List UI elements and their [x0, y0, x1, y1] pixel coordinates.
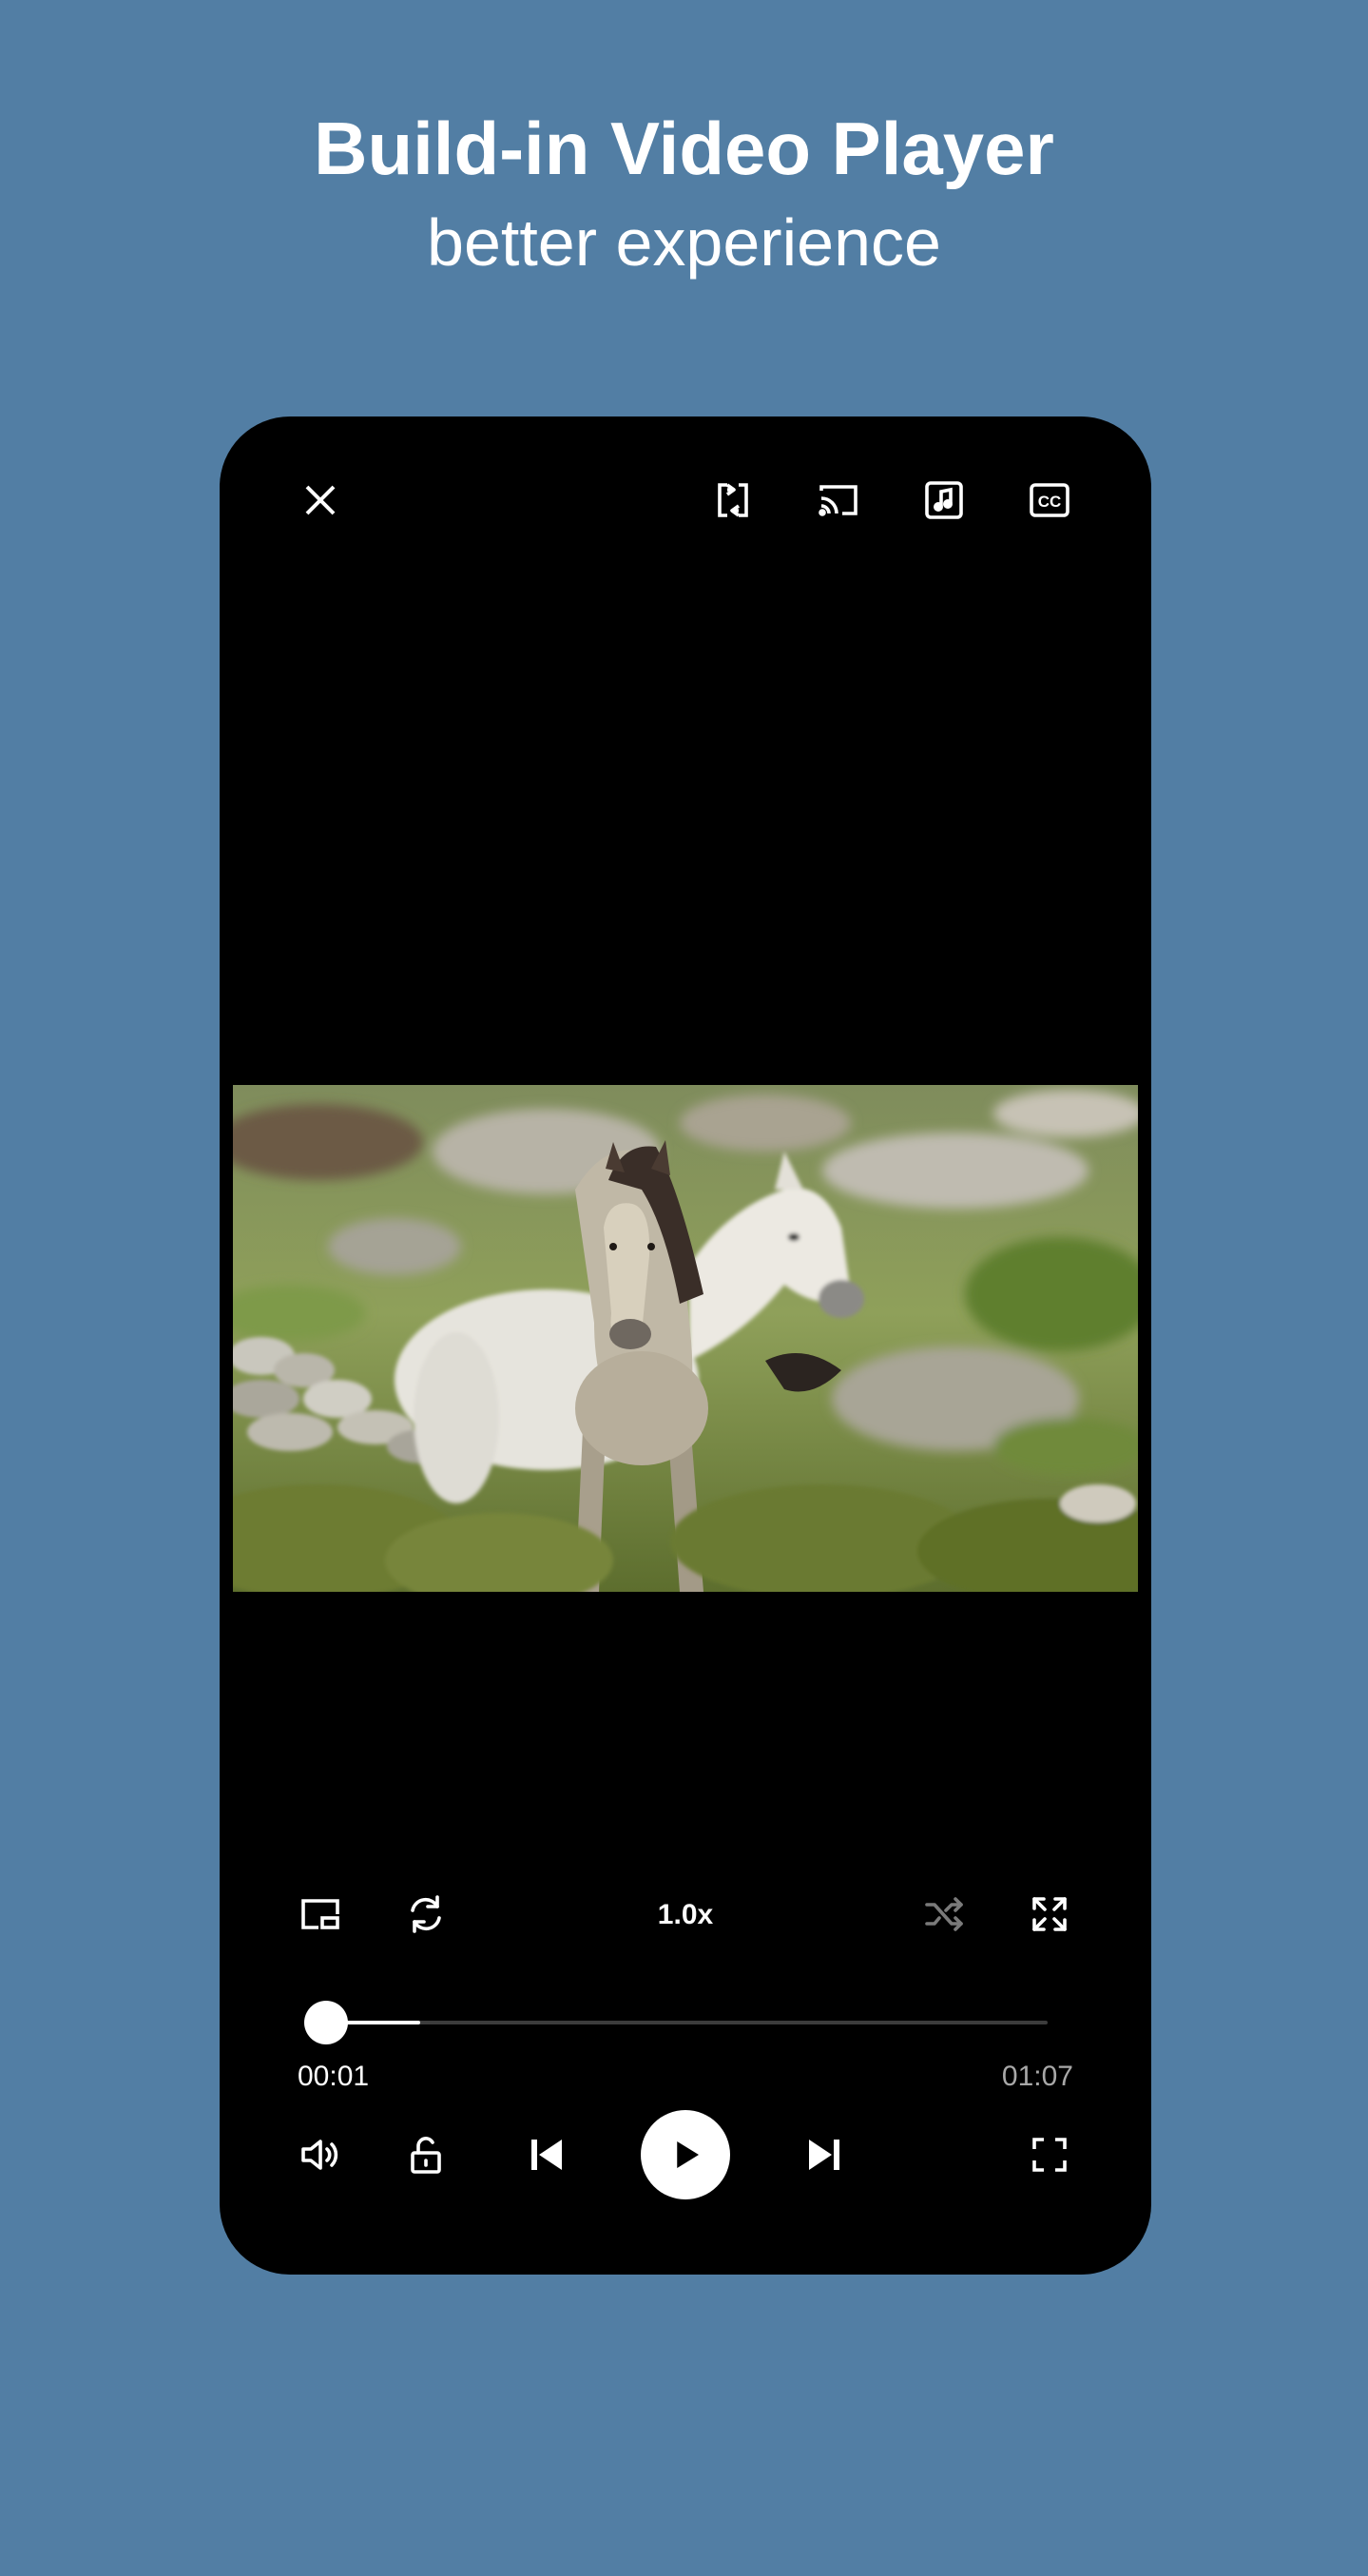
rotate-screen-icon[interactable]	[703, 470, 763, 531]
video-frame[interactable]	[233, 1085, 1138, 1592]
subtitles-icon[interactable]: CC	[1019, 470, 1080, 531]
shuffle-icon[interactable]	[914, 1884, 974, 1945]
next-icon[interactable]	[794, 2124, 855, 2185]
picture-in-picture-icon[interactable]	[290, 1884, 351, 1945]
cast-icon[interactable]	[808, 470, 869, 531]
seek-track[interactable]	[326, 2021, 1048, 2024]
play-icon	[677, 2141, 699, 2168]
current-time: 00:01	[298, 2061, 370, 2092]
subtitles-glyph: CC	[1038, 493, 1062, 511]
seek-thumb[interactable]	[304, 2001, 348, 2044]
close-icon[interactable]	[290, 470, 351, 531]
promo-title: Build-in Video Player	[314, 107, 1054, 190]
resize-icon[interactable]	[1019, 1884, 1080, 1945]
playback-speed-button[interactable]: 1.0x	[628, 1896, 742, 1934]
total-time: 01:07	[1001, 2061, 1073, 2092]
video-player-screen: CC 1.0x 00:01 01:07	[220, 416, 1151, 2275]
repeat-icon[interactable]	[395, 1884, 456, 1945]
fullscreen-icon[interactable]	[1019, 2124, 1080, 2185]
lock-icon[interactable]	[395, 2124, 456, 2185]
volume-icon[interactable]	[290, 2124, 351, 2185]
promo-subtitle: better experience	[427, 205, 941, 280]
previous-icon[interactable]	[516, 2124, 577, 2185]
video-thumbnail	[233, 1085, 1138, 1592]
audio-track-icon[interactable]	[914, 470, 974, 531]
play-button[interactable]	[641, 2110, 730, 2199]
